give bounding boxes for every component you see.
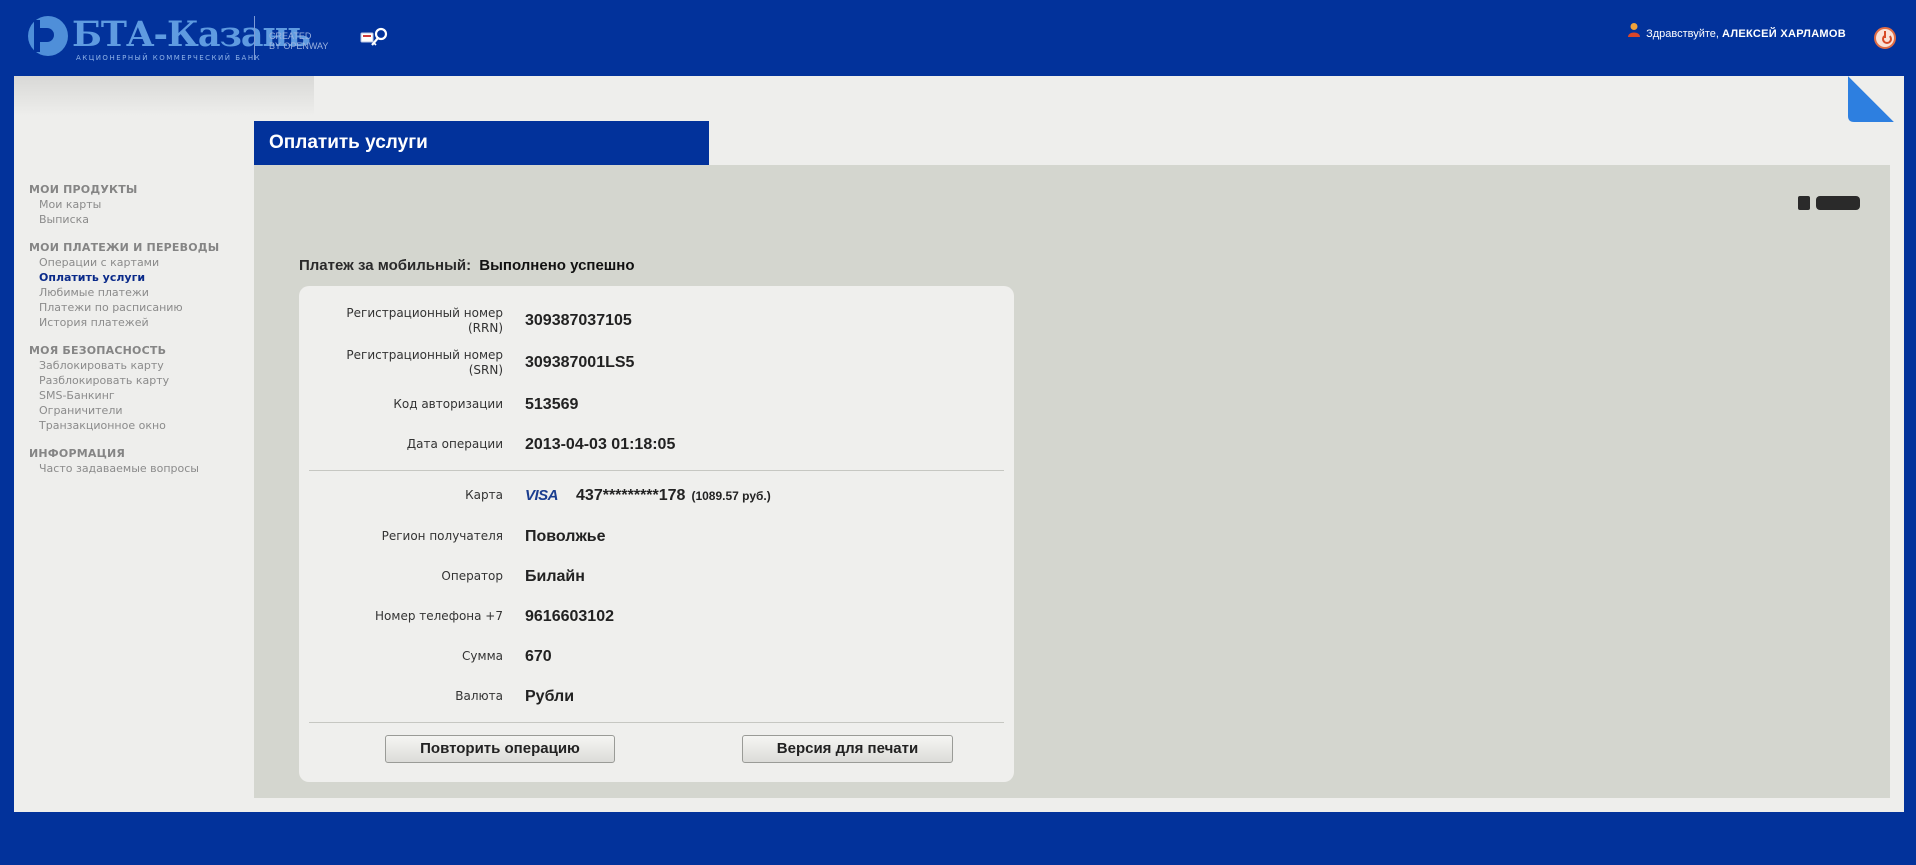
panel-corner-icon	[1798, 196, 1860, 210]
repeat-operation-button[interactable]: Повторить операцию	[385, 735, 615, 763]
detail-row-rrn: Регистрационный номер (RRN) 309387037105	[299, 306, 1014, 336]
bank-logo-subtitle: АКЦИОНЕРНЫЙ КОММЕРЧЕСКИЙ БАНК	[76, 54, 262, 62]
sidebar-item-favorite-payments[interactable]: Любимые платежи	[29, 285, 249, 300]
nav-group-products: МОИ ПРОДУКТЫ Мои карты Выписка	[29, 183, 249, 227]
sidebar-nav: МОИ ПРОДУКТЫ Мои карты Выписка МОИ ПЛАТЕ…	[29, 183, 249, 490]
nav-group-title: МОЯ БЕЗОПАСНОСТЬ	[29, 344, 167, 357]
nav-group-security: МОЯ БЕЗОПАСНОСТЬ Заблокировать карту Раз…	[29, 344, 249, 433]
detail-label-phone: Номер телефона +7	[375, 609, 503, 623]
nav-group-title: МОИ ПЛАТЕЖИ И ПЕРЕВОДЫ	[29, 241, 220, 254]
detail-label-auth: Код авторизации	[393, 397, 503, 411]
logout-power-icon[interactable]	[1874, 27, 1896, 49]
payment-status-label: Платеж за мобильный:	[299, 257, 472, 274]
detail-value-srn: 309387001LS5	[525, 354, 635, 371]
greeting-text: Здравствуйте,	[1646, 28, 1719, 40]
bank-logo-mark	[28, 16, 68, 56]
content-panel: Платеж за мобильный: Выполнено успешно Р…	[254, 165, 1890, 798]
detail-row-operator: Оператор Билайн	[299, 567, 1014, 585]
nav-group-info: ИНФОРМАЦИЯ Часто задаваемые вопросы	[29, 447, 249, 476]
bank-logo[interactable]: БТА-Казань АКЦИОНЕРНЫЙ КОММЕРЧЕСКИЙ БАНК	[28, 14, 311, 62]
sidebar-item-my-cards[interactable]: Мои карты	[29, 197, 249, 212]
detail-label-line: (RRN)	[467, 321, 503, 335]
sidebar-item-faq[interactable]: Часто задаваемые вопросы	[29, 461, 249, 476]
detail-value-date: 2013-04-03 01:18:05	[525, 435, 676, 453]
detail-label-currency: Валюта	[455, 689, 503, 703]
detail-label-amount: Сумма	[462, 649, 503, 663]
sidebar-item-pay-services[interactable]: Оплатить услуги	[29, 270, 249, 285]
sidebar-item-sms-banking[interactable]: SMS-Банкинг	[29, 388, 249, 403]
print-version-button[interactable]: Версия для печати	[742, 735, 953, 763]
detail-label-region: Регион получателя	[381, 529, 503, 543]
sidebar-item-payment-history[interactable]: История платежей	[29, 315, 249, 330]
created-by-openway: CREATED BY OPENWAY	[269, 31, 328, 51]
sidebar-item-transaction-window[interactable]: Транзакционное окно	[29, 418, 249, 433]
detail-row-currency: Валюта Рубли	[299, 687, 1014, 705]
receipt-card: Регистрационный номер (RRN) 309387037105…	[299, 286, 1014, 782]
key-icon[interactable]	[360, 27, 390, 47]
user-name: АЛЕКСЕЙ ХАРЛАМОВ	[1722, 28, 1846, 40]
detail-value-amount: 670	[525, 647, 552, 665]
header-shadow	[14, 76, 314, 116]
card-number: 437*********178	[576, 486, 686, 504]
nav-group-title: МОИ ПРОДУКТЫ	[29, 183, 138, 196]
detail-row-auth: Код авторизации 513569	[299, 395, 1014, 413]
header-divider	[254, 16, 255, 60]
detail-row-srn: Регистрационный номер (SRN) 309387001LS5	[299, 348, 1014, 378]
detail-value-currency: Рубли	[525, 687, 575, 705]
detail-value-region: Поволжье	[525, 527, 606, 545]
detail-label: Регистрационный номер (RRN)	[299, 306, 504, 336]
detail-label-line: Регистрационный номер	[346, 348, 503, 362]
card-balance: (1089.57 руб.)	[691, 488, 771, 503]
sidebar-item-statement[interactable]: Выписка	[29, 212, 249, 227]
detail-label-date: Дата операции	[406, 437, 503, 451]
top-header: БТА-Казань АКЦИОНЕРНЫЙ КОММЕРЧЕСКИЙ БАНК…	[0, 0, 1916, 76]
sidebar-item-block-card[interactable]: Заблокировать карту	[29, 358, 249, 373]
detail-label-card: Карта	[465, 488, 503, 502]
detail-row-region: Регион получателя Поволжье	[299, 527, 1014, 545]
payment-status-value: Выполнено успешно	[479, 257, 635, 274]
created-line-2: BY OPENWAY	[269, 41, 329, 51]
page-corner-fold-icon	[1848, 76, 1894, 122]
detail-value-auth: 513569	[525, 395, 579, 413]
section-divider	[309, 722, 1004, 723]
detail-label-line: (SRN)	[468, 363, 503, 377]
payment-status: Платеж за мобильный: Выполнено успешно	[299, 257, 635, 274]
user-greeting: Здравствуйте, АЛЕКСЕЙ ХАРЛАМОВ	[1627, 23, 1846, 42]
sidebar-item-limits[interactable]: Ограничители	[29, 403, 249, 418]
detail-value-operator: Билайн	[525, 567, 585, 585]
detail-value-rrn: 309387037105	[525, 312, 632, 329]
detail-label-line: Регистрационный номер	[346, 306, 503, 320]
sidebar-item-scheduled-payments[interactable]: Платежи по расписанию	[29, 300, 249, 315]
sidebar-item-card-operations[interactable]: Операции с картами	[29, 255, 249, 270]
detail-label: Регистрационный номер (SRN)	[299, 348, 504, 378]
detail-label-operator: Оператор	[441, 569, 503, 583]
detail-row-amount: Сумма 670	[299, 647, 1014, 665]
detail-row-date: Дата операции 2013-04-03 01:18:05	[299, 435, 1014, 453]
detail-row-phone: Номер телефона +7 9616603102	[299, 607, 1014, 625]
detail-value-card: VISA 437*********178 (1089.57 руб.)	[525, 487, 771, 505]
sidebar-item-unblock-card[interactable]: Разблокировать карту	[29, 373, 249, 388]
created-line-1: CREATED	[269, 31, 312, 41]
page-title: Оплатить услуги	[254, 121, 709, 165]
detail-row-card: Карта VISA 437*********178 (1089.57 руб.)	[299, 487, 1014, 505]
user-icon	[1628, 23, 1641, 37]
section-divider	[309, 470, 1004, 471]
detail-value-phone: 9616603102	[525, 607, 614, 625]
nav-group-title: ИНФОРМАЦИЯ	[29, 447, 126, 460]
nav-group-payments: МОИ ПЛАТЕЖИ И ПЕРЕВОДЫ Операции с картам…	[29, 241, 249, 330]
visa-logo-icon: VISA	[525, 486, 559, 504]
